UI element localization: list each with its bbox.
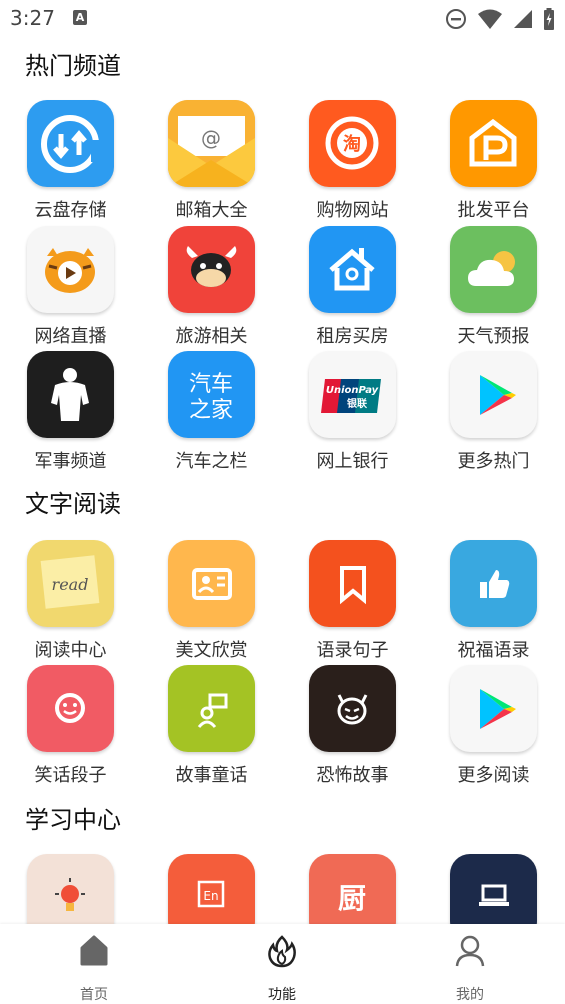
app-mail[interactable]: @ 邮箱大全 xyxy=(141,100,282,221)
home-icon xyxy=(80,935,108,966)
feature-list[interactable]: 热门频道 云盘存储 @ 邮箱大全 淘 购物网站 批发平台 网络直播 旅游相关 租… xyxy=(0,38,565,924)
app-military[interactable]: 军事频道 xyxy=(0,351,141,472)
app-label: 批发平台 xyxy=(457,200,530,221)
app-label: 阅读中心 xyxy=(34,640,107,661)
app-label: 故事童话 xyxy=(175,765,248,786)
app-study-3[interactable]: 厨 xyxy=(282,854,423,924)
section-title-study: 学习中心 xyxy=(25,806,121,834)
app-weather[interactable]: 天气预报 xyxy=(423,226,564,347)
unionpay-icon: UnionPay 银联 xyxy=(309,351,396,438)
app-blessings[interactable]: 祝福语录 xyxy=(423,540,564,661)
read-note-icon: read xyxy=(27,540,114,627)
app-housing[interactable]: 租房买房 xyxy=(282,226,423,347)
svg-text:read: read xyxy=(52,575,89,594)
app-shopping[interactable]: 淘 购物网站 xyxy=(282,100,423,221)
notification-a-icon: A xyxy=(73,10,87,25)
app-label: 网络直播 xyxy=(34,326,107,347)
app-live-stream[interactable]: 网络直播 xyxy=(0,226,141,347)
nav-mine[interactable]: 我的 xyxy=(376,924,564,1004)
status-time: 3:27 xyxy=(10,6,55,30)
app-label: 租房买房 xyxy=(316,326,389,347)
app-label: 更多阅读 xyxy=(457,765,530,786)
app-label: 恐怖故事 xyxy=(316,765,389,786)
nav-features[interactable]: 功能 xyxy=(188,924,376,1004)
app-more-hot[interactable]: 更多热门 xyxy=(423,351,564,472)
nav-label-mine: 我的 xyxy=(456,987,484,1003)
house-p-icon xyxy=(450,100,537,187)
app-label: 天气预报 xyxy=(457,326,530,347)
app-label: 汽车之栏 xyxy=(175,451,248,472)
person-icon xyxy=(455,935,485,967)
svg-text:厨: 厨 xyxy=(338,882,366,915)
app-label: 邮箱大全 xyxy=(175,200,248,221)
cow-icon xyxy=(168,226,255,313)
app-jokes[interactable]: 笑话段子 xyxy=(0,665,141,786)
app-label: 云盘存储 xyxy=(34,200,107,221)
wifi-icon xyxy=(478,9,502,29)
nav-label-home: 首页 xyxy=(80,987,108,1003)
flame-icon xyxy=(268,935,296,968)
app-car[interactable]: 汽车 之家 汽车之栏 xyxy=(141,351,282,472)
svg-text:@: @ xyxy=(201,126,221,150)
weather-cloud-icon xyxy=(450,226,537,313)
svg-text:UnionPay: UnionPay xyxy=(326,385,379,396)
svg-text:汽车: 汽车 xyxy=(189,372,233,397)
app-bank[interactable]: UnionPay 银联 网上银行 xyxy=(282,351,423,472)
bottom-nav: 首页 功能 我的 xyxy=(0,924,565,1004)
contact-card-icon xyxy=(168,540,255,627)
app-label: 网上银行 xyxy=(316,451,389,472)
english-book-icon: En xyxy=(168,854,255,924)
app-study-1[interactable] xyxy=(0,854,141,924)
tiger-play-icon xyxy=(27,226,114,313)
storyteller-icon xyxy=(168,665,255,752)
thumbs-up-icon xyxy=(450,540,537,627)
app-quotes[interactable]: 语录句子 xyxy=(282,540,423,661)
mail-envelope-icon: @ xyxy=(168,100,255,187)
app-horror-stories[interactable]: 恐怖故事 xyxy=(282,665,423,786)
cloud-sync-icon xyxy=(27,100,114,187)
home-location-icon xyxy=(309,226,396,313)
app-essays[interactable]: 美文欣赏 xyxy=(141,540,282,661)
app-reading-center[interactable]: read 阅读中心 xyxy=(0,540,141,661)
section-title-hot: 热门频道 xyxy=(25,52,121,80)
app-wholesale[interactable]: 批发平台 xyxy=(423,100,564,221)
section-title-reading: 文字阅读 xyxy=(25,490,121,518)
play-store-icon xyxy=(450,351,537,438)
app-label: 军事频道 xyxy=(34,451,107,472)
play-store-icon xyxy=(450,665,537,752)
app-label: 旅游相关 xyxy=(175,326,248,347)
lightbulb-icon xyxy=(27,854,114,924)
app-study-4[interactable] xyxy=(423,854,564,924)
app-label: 祝福语录 xyxy=(457,640,530,661)
svg-text:淘: 淘 xyxy=(343,133,361,155)
svg-text:En: En xyxy=(203,889,218,903)
app-study-2[interactable]: En xyxy=(141,854,282,924)
app-label: 笑话段子 xyxy=(34,765,107,786)
laptop-icon xyxy=(450,854,537,924)
svg-text:之家: 之家 xyxy=(189,398,233,423)
app-label: 购物网站 xyxy=(316,200,389,221)
devil-icon xyxy=(309,665,396,752)
bookmark-icon xyxy=(309,540,396,627)
app-cloud-storage[interactable]: 云盘存储 xyxy=(0,100,141,221)
svg-text:银联: 银联 xyxy=(347,397,367,410)
battery-icon xyxy=(544,8,554,30)
car-home-icon: 汽车 之家 xyxy=(168,351,255,438)
taobao-icon: 淘 xyxy=(309,100,396,187)
app-fairy-tales[interactable]: 故事童话 xyxy=(141,665,282,786)
kitchen-char-icon: 厨 xyxy=(309,854,396,924)
app-more-reading[interactable]: 更多阅读 xyxy=(423,665,564,786)
do-not-disturb-icon xyxy=(446,9,466,29)
app-travel[interactable]: 旅游相关 xyxy=(141,226,282,347)
status-bar: 3:27 A xyxy=(0,0,565,38)
nav-home[interactable]: 首页 xyxy=(0,924,188,1004)
soldier-icon xyxy=(27,351,114,438)
app-label: 更多热门 xyxy=(457,451,530,472)
nav-label-features: 功能 xyxy=(268,987,296,1003)
app-label: 语录句子 xyxy=(316,640,389,661)
smile-icon xyxy=(27,665,114,752)
app-label: 美文欣赏 xyxy=(175,640,248,661)
signal-icon xyxy=(514,10,532,28)
